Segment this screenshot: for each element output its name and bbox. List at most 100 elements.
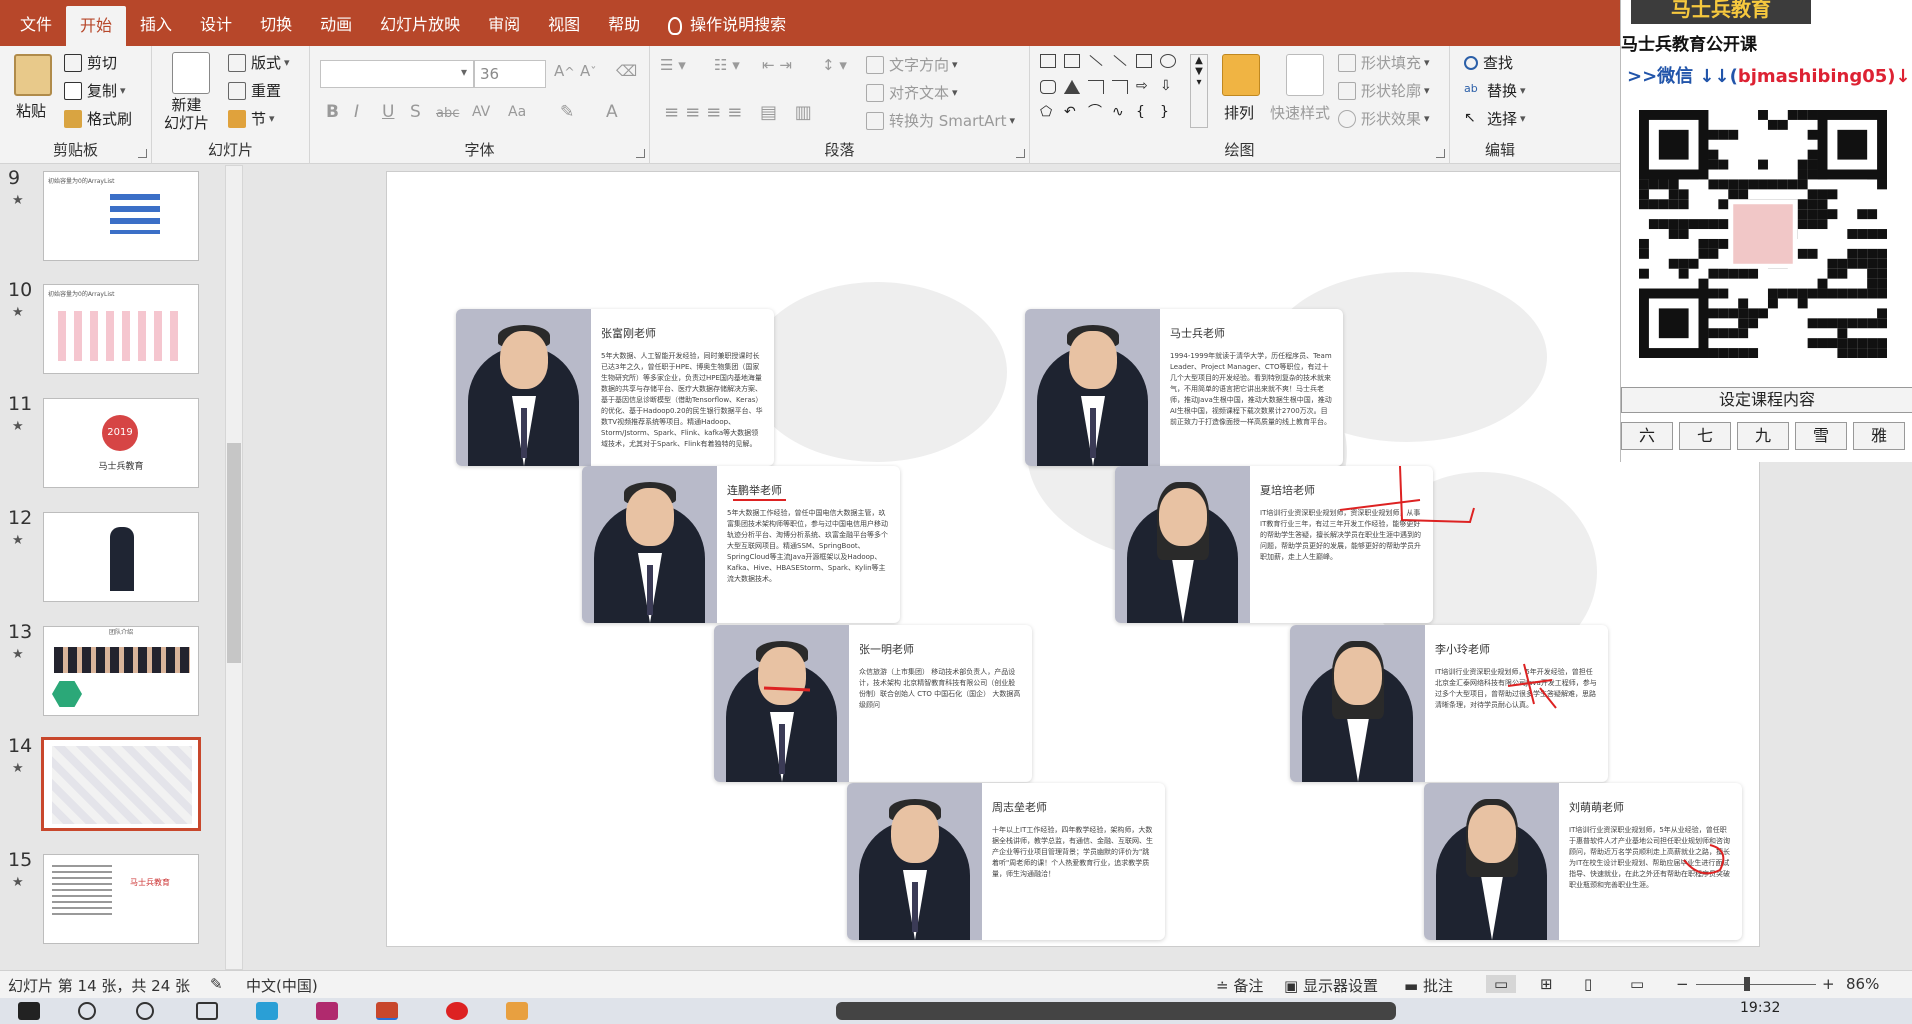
qr-module [1807, 318, 1818, 329]
qr-module [1688, 258, 1699, 269]
qr-module [1708, 288, 1719, 299]
key-button[interactable]: 雪 [1795, 422, 1847, 450]
qr-module [1797, 159, 1808, 170]
qr-module [1718, 129, 1729, 140]
qr-module [1639, 268, 1649, 279]
qr-module [1698, 248, 1709, 259]
slide-sorter-icon[interactable]: ⊞ [1540, 975, 1553, 993]
qr-module [1748, 268, 1759, 279]
slide-count: 幻灯片 第 14 张，共 24 张 [8, 977, 191, 995]
qr-module [1817, 338, 1828, 349]
powerpoint-icon[interactable] [376, 1002, 398, 1020]
qr-module [1728, 268, 1739, 279]
comments-label: 批注 [1422, 977, 1453, 995]
display-settings-label: 显示器设置 [1302, 977, 1378, 995]
qr-module [1708, 328, 1719, 339]
qr-module [1797, 179, 1808, 190]
reading-view-icon[interactable]: ▯ [1584, 975, 1592, 993]
qr-module [1837, 318, 1848, 329]
qr-module [1738, 348, 1749, 358]
qr-module [1718, 179, 1729, 190]
qr-module [1777, 119, 1788, 130]
qr-module [1639, 199, 1649, 210]
promo-overlay-panel: 马士兵教育 马士兵教育公开课 >>微信 ↓↓(bjmashibing05)↓↓ … [1620, 0, 1912, 462]
qr-module [1867, 229, 1878, 239]
qr-module [1658, 179, 1669, 190]
qr-module [1658, 129, 1689, 160]
monitor-icon: ▣ [1284, 977, 1303, 995]
qr-module [1857, 338, 1868, 349]
notes-button[interactable]: ≐ 备注 [1216, 975, 1263, 996]
cortana-icon[interactable] [136, 1002, 154, 1020]
comments-button[interactable]: ▬ 批注 [1404, 975, 1453, 996]
qr-module [1807, 169, 1818, 180]
zoom-slider-thumb[interactable] [1744, 977, 1750, 991]
qr-module [1867, 258, 1878, 269]
qr-module [1718, 199, 1729, 210]
zoom-out-button[interactable]: − [1676, 975, 1689, 993]
qr-module [1877, 318, 1887, 329]
notes-label: 备注 [1233, 977, 1264, 995]
qr-module [1807, 149, 1818, 160]
qr-module [1738, 308, 1749, 319]
qr-module [1797, 209, 1808, 220]
display-settings-button[interactable]: ▣ 显示器设置 [1284, 975, 1378, 996]
windows-start-icon[interactable] [18, 1002, 40, 1020]
normal-view-icon[interactable]: ▭ [1486, 975, 1517, 993]
key-button[interactable]: 六 [1621, 422, 1673, 450]
slideshow-view-icon[interactable]: ▭ [1630, 975, 1644, 993]
qr-module [1698, 219, 1709, 230]
qr-module [1807, 219, 1818, 230]
qr-module [1678, 189, 1689, 200]
qr-module [1758, 110, 1768, 120]
qr-module [1857, 348, 1868, 358]
qr-module [1847, 318, 1858, 329]
set-course-button[interactable]: 设定课程内容 [1621, 387, 1912, 413]
intellij-icon[interactable] [316, 1002, 338, 1020]
qr-module [1718, 219, 1729, 230]
qr-module [1827, 318, 1838, 329]
qr-module [1857, 318, 1868, 329]
java-icon[interactable] [506, 1002, 528, 1020]
key-button[interactable]: 雅 [1853, 422, 1905, 450]
key-button[interactable]: 七 [1679, 422, 1731, 450]
qr-module [1738, 298, 1749, 309]
task-view-icon[interactable] [196, 1002, 218, 1020]
spellcheck-icon[interactable]: ✎ [210, 975, 223, 993]
app-icon[interactable] [256, 1002, 278, 1020]
qr-code [1639, 110, 1887, 358]
qr-module [1668, 219, 1679, 230]
qr-module [1777, 179, 1788, 190]
qr-module [1807, 209, 1818, 220]
qr-module [1738, 189, 1749, 200]
qr-module [1668, 258, 1679, 269]
qr-module [1847, 348, 1858, 358]
qr-module [1867, 248, 1878, 259]
qr-module [1748, 348, 1759, 358]
qr-module [1668, 189, 1679, 200]
taskbar: 19:32 [0, 998, 1912, 1024]
qr-module [1708, 308, 1719, 319]
qr-module [1718, 308, 1729, 319]
qr-module [1639, 179, 1649, 190]
qr-module [1817, 189, 1828, 200]
qr-module [1767, 119, 1778, 130]
qr-module [1708, 129, 1719, 140]
wechat-line: >>微信 ↓↓(bjmashibing05)↓↓ [1627, 62, 1912, 88]
zoom-in-button[interactable]: + [1822, 975, 1835, 993]
zoom-level[interactable]: 86% [1846, 975, 1879, 993]
qr-module [1877, 278, 1887, 289]
qr-module [1718, 268, 1729, 279]
zoom-slider[interactable] [1696, 984, 1816, 985]
qr-module [1797, 169, 1808, 180]
recorder-icon[interactable] [446, 1002, 468, 1020]
floating-toolbar[interactable] [836, 1002, 1396, 1020]
search-icon[interactable] [78, 1002, 96, 1020]
qr-module [1877, 229, 1887, 239]
qr-module [1867, 318, 1878, 329]
qr-module [1658, 199, 1669, 210]
key-button[interactable]: 九 [1737, 422, 1789, 450]
qr-module [1639, 238, 1649, 249]
qr-module [1867, 209, 1878, 220]
language-indicator[interactable]: 中文(中国) [246, 975, 318, 996]
